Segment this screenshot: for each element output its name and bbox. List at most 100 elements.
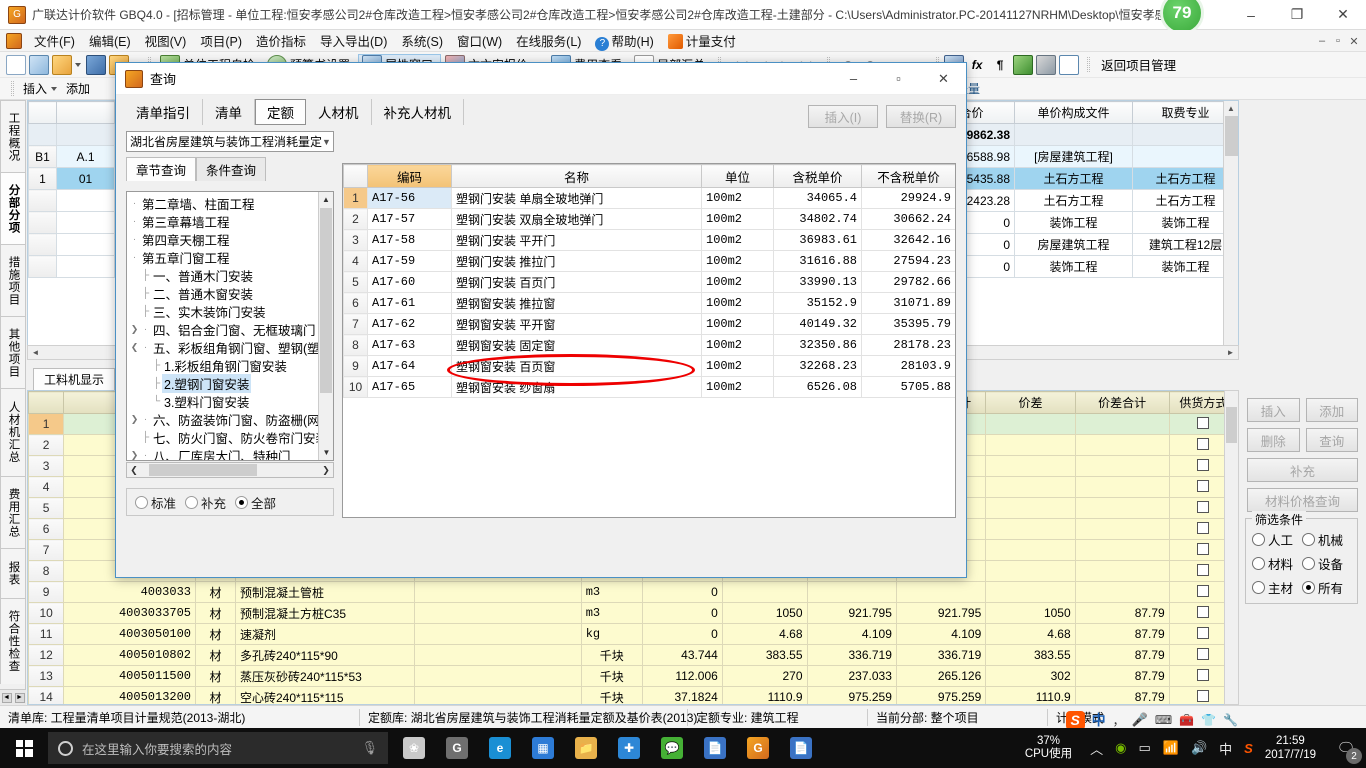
quota-col-notax-price[interactable]: 不含税单价 [861, 164, 955, 188]
menu-item-view[interactable]: 视图(V) [138, 29, 194, 52]
tree-node[interactable]: └ 3.塑料门窗安装 [129, 392, 333, 410]
chapter-tree[interactable]: · 第二章墙、柱面工程 · 第三章幕墙工程 · 第四章天棚工程 · 第五章门窗工程 ├ 一… [126, 191, 334, 461]
menu-item-file[interactable]: 文件(F) [27, 29, 82, 52]
radio-supplement[interactable] [185, 495, 199, 509]
list-item[interactable]: 14 4005013200 材 空心砖240*115*115 千块 37.182… [28, 686, 1238, 704]
taskbar-app-sogou[interactable]: ❀ [394, 728, 434, 768]
query-dialog[interactable]: 查询 – ▫ ✕ 清单指引 清单 定额 人材机 补充人材机 插入(I) 替换(R… [115, 62, 967, 578]
radio-machinery[interactable] [1302, 533, 1316, 546]
add-menu-button[interactable]: 添加 [66, 80, 90, 97]
insert-caret-icon[interactable] [51, 86, 58, 91]
tree-node[interactable]: ❯ · 四、铝合金门窗、无框玻璃门 [129, 320, 333, 338]
tab-list[interactable]: 清单 [203, 99, 255, 125]
quota-col-tax-price[interactable]: 含税单价 [773, 164, 862, 188]
return-project-management-link[interactable]: 返回项目管理 [1101, 55, 1176, 74]
taskbar-app-qq[interactable]: ✚ [609, 728, 649, 768]
save-icon[interactable] [86, 54, 106, 75]
menu-item-cost-index[interactable]: 造价指标 [249, 29, 313, 52]
battery-icon[interactable]: ▭ [1138, 740, 1150, 756]
table-row[interactable]: 8 A17-63 塑钢窗安装 固定窗 100m2 32350.86 28178.… [343, 334, 955, 356]
chevron-down-icon[interactable]: ▼ [322, 137, 331, 147]
checkbox-icon[interactable] [1197, 437, 1210, 450]
taskbar-app-store[interactable]: ▦ [523, 728, 563, 768]
report-icon[interactable] [1059, 54, 1080, 75]
chevron-right-icon[interactable]: ❯ [129, 324, 140, 335]
volume-icon[interactable]: 🔊 [1191, 740, 1207, 756]
table-row[interactable]: 3 A17-58 塑钢门安装 平开门 100m2 36983.61 32642.… [343, 229, 955, 251]
taskbar-app-doc[interactable]: 📄 [695, 728, 735, 768]
tab-supplement-labor-material[interactable]: 补充人材机 [372, 99, 464, 125]
sidebar-scroll-left-icon[interactable]: ◄ [1, 692, 12, 703]
sogou-icon[interactable]: S [1065, 710, 1085, 730]
tree-node-selected[interactable]: ├ 2.塑钢门窗安装 [129, 373, 333, 393]
table-row[interactable]: 6 A17-61 塑钢窗安装 推拉窗 100m2 35152.9 31071.8… [343, 292, 955, 314]
mdi-minimize-button[interactable]: – [1314, 33, 1330, 49]
checkbox-icon[interactable] [1197, 668, 1210, 681]
sidebar-item-other-items[interactable]: 其他项目 [0, 316, 26, 388]
checkbox-icon[interactable] [1197, 647, 1210, 660]
bottom-grid-vertical-scrollbar[interactable] [1224, 390, 1239, 705]
checkbox-icon[interactable] [1197, 584, 1210, 597]
tree-node[interactable]: ├ 1.彩板组角钢门窗安装 [129, 356, 333, 374]
ime-skin-icon[interactable]: 👕 [1201, 713, 1216, 727]
close-button[interactable]: ✕ [1320, 0, 1366, 30]
checkbox-icon[interactable] [1197, 521, 1210, 534]
new-file-icon[interactable] [6, 54, 26, 75]
tab-labor-material[interactable]: 人材机 [306, 99, 372, 125]
open-folder-icon[interactable] [52, 54, 72, 75]
print-icon[interactable] [1036, 54, 1057, 75]
search-input[interactable]: 在这里输入你要搜索的内容 🎙 [48, 732, 388, 764]
sidebar-item-labor-material-summary[interactable]: 人材机汇总 [0, 388, 26, 476]
menu-item-online-service[interactable]: 在线服务(L) [509, 29, 588, 52]
nvidia-icon[interactable]: ◉ [1115, 740, 1126, 756]
tab-list-guide[interactable]: 清单指引 [124, 99, 203, 125]
list-item[interactable]: 9 4003033 材 预制混凝土管桩 m3 0 [28, 581, 1238, 603]
checkbox-icon[interactable] [1197, 605, 1210, 618]
taskbar-ime-indicator[interactable]: 中 [1219, 739, 1232, 758]
mdi-restore-button[interactable]: ▫ [1330, 33, 1346, 49]
dialog-replace-button[interactable]: 替换(R) [886, 105, 956, 128]
tab-labor-material-display[interactable]: 工料机显示 [33, 368, 116, 390]
quota-col-name[interactable]: 名称 [451, 164, 702, 188]
ime-toolbox-icon[interactable]: 🧰 [1179, 713, 1194, 727]
tree-node[interactable]: ❮ · 五、彩板组角钢门窗、塑钢(塑 [129, 338, 333, 356]
taskbar-app-wechat[interactable]: 💬 [652, 728, 692, 768]
bot-col-rownum[interactable] [28, 391, 65, 414]
sidebar-item-division-items[interactable]: 分部分项 [0, 172, 26, 244]
notification-center-button[interactable]: 🗨 2 [1326, 728, 1366, 768]
tree-node[interactable]: · 第三章幕墙工程 [129, 212, 333, 230]
material-price-query-button[interactable]: 材料价格查询 [1247, 488, 1358, 512]
radio-all[interactable] [1302, 581, 1316, 594]
ime-settings-icon[interactable]: 🔧 [1223, 713, 1238, 727]
taskbar-app-gbq-active[interactable]: G [738, 728, 778, 768]
main-col-price-file[interactable]: 单价构成文件 [1014, 101, 1133, 124]
insert-button[interactable]: 插入 [1247, 398, 1300, 422]
table-row[interactable]: 2 A17-57 塑钢门安装 双扇全玻地弹门 100m2 34802.74 30… [343, 208, 955, 230]
sogou-tray-icon[interactable]: S [1244, 741, 1253, 756]
table-row[interactable]: 4 A17-59 塑钢门安装 推拉门 100m2 31616.88 27594.… [343, 250, 955, 272]
sidebar-item-compliance-check[interactable]: 符合性检查 [0, 598, 26, 684]
hscroll-left-icon[interactable]: ❮ [127, 465, 141, 476]
table-row[interactable]: 10 A17-65 塑钢窗安装 纱窗扇 100m2 6526.08 5705.8… [343, 376, 955, 398]
scroll-thumb[interactable] [149, 464, 257, 476]
minimize-button[interactable]: – [1228, 0, 1274, 30]
list-item[interactable]: 12 4005010802 材 多孔砖240*115*90 千块 43.744 … [28, 644, 1238, 666]
main-grid-vertical-scrollbar[interactable]: ▲ ▼ [1223, 101, 1238, 359]
microphone-icon[interactable]: 🎙 [361, 740, 378, 756]
tree-vertical-scrollbar[interactable]: ▲ ▼ [318, 192, 333, 460]
tree-node[interactable]: · 第五章门窗工程 [129, 248, 333, 266]
start-button[interactable] [0, 728, 48, 768]
radio-standard[interactable] [135, 495, 148, 509]
tree-node[interactable]: ├ 一、普通木门安装 [129, 266, 333, 284]
menu-item-help[interactable]: ? 帮助(H) [588, 29, 660, 53]
bot-col-diff[interactable]: 价差 [985, 391, 1076, 414]
taskbar-app-edge[interactable]: e [480, 728, 520, 768]
scroll-down-icon[interactable]: ▼ [319, 445, 333, 460]
sidebar-item-fee-summary[interactable]: 费用汇总 [0, 476, 26, 548]
list-item[interactable]: 13 4005011500 材 蒸压灰砂砖240*115*53 千块 112.0… [28, 665, 1238, 687]
quota-col-unit[interactable]: 单位 [701, 164, 774, 188]
checkbox-icon[interactable] [1197, 542, 1210, 555]
subtab-condition-query[interactable]: 条件查询 [196, 157, 267, 181]
menu-item-edit[interactable]: 编辑(E) [82, 29, 138, 52]
checkbox-icon[interactable] [1197, 458, 1210, 471]
